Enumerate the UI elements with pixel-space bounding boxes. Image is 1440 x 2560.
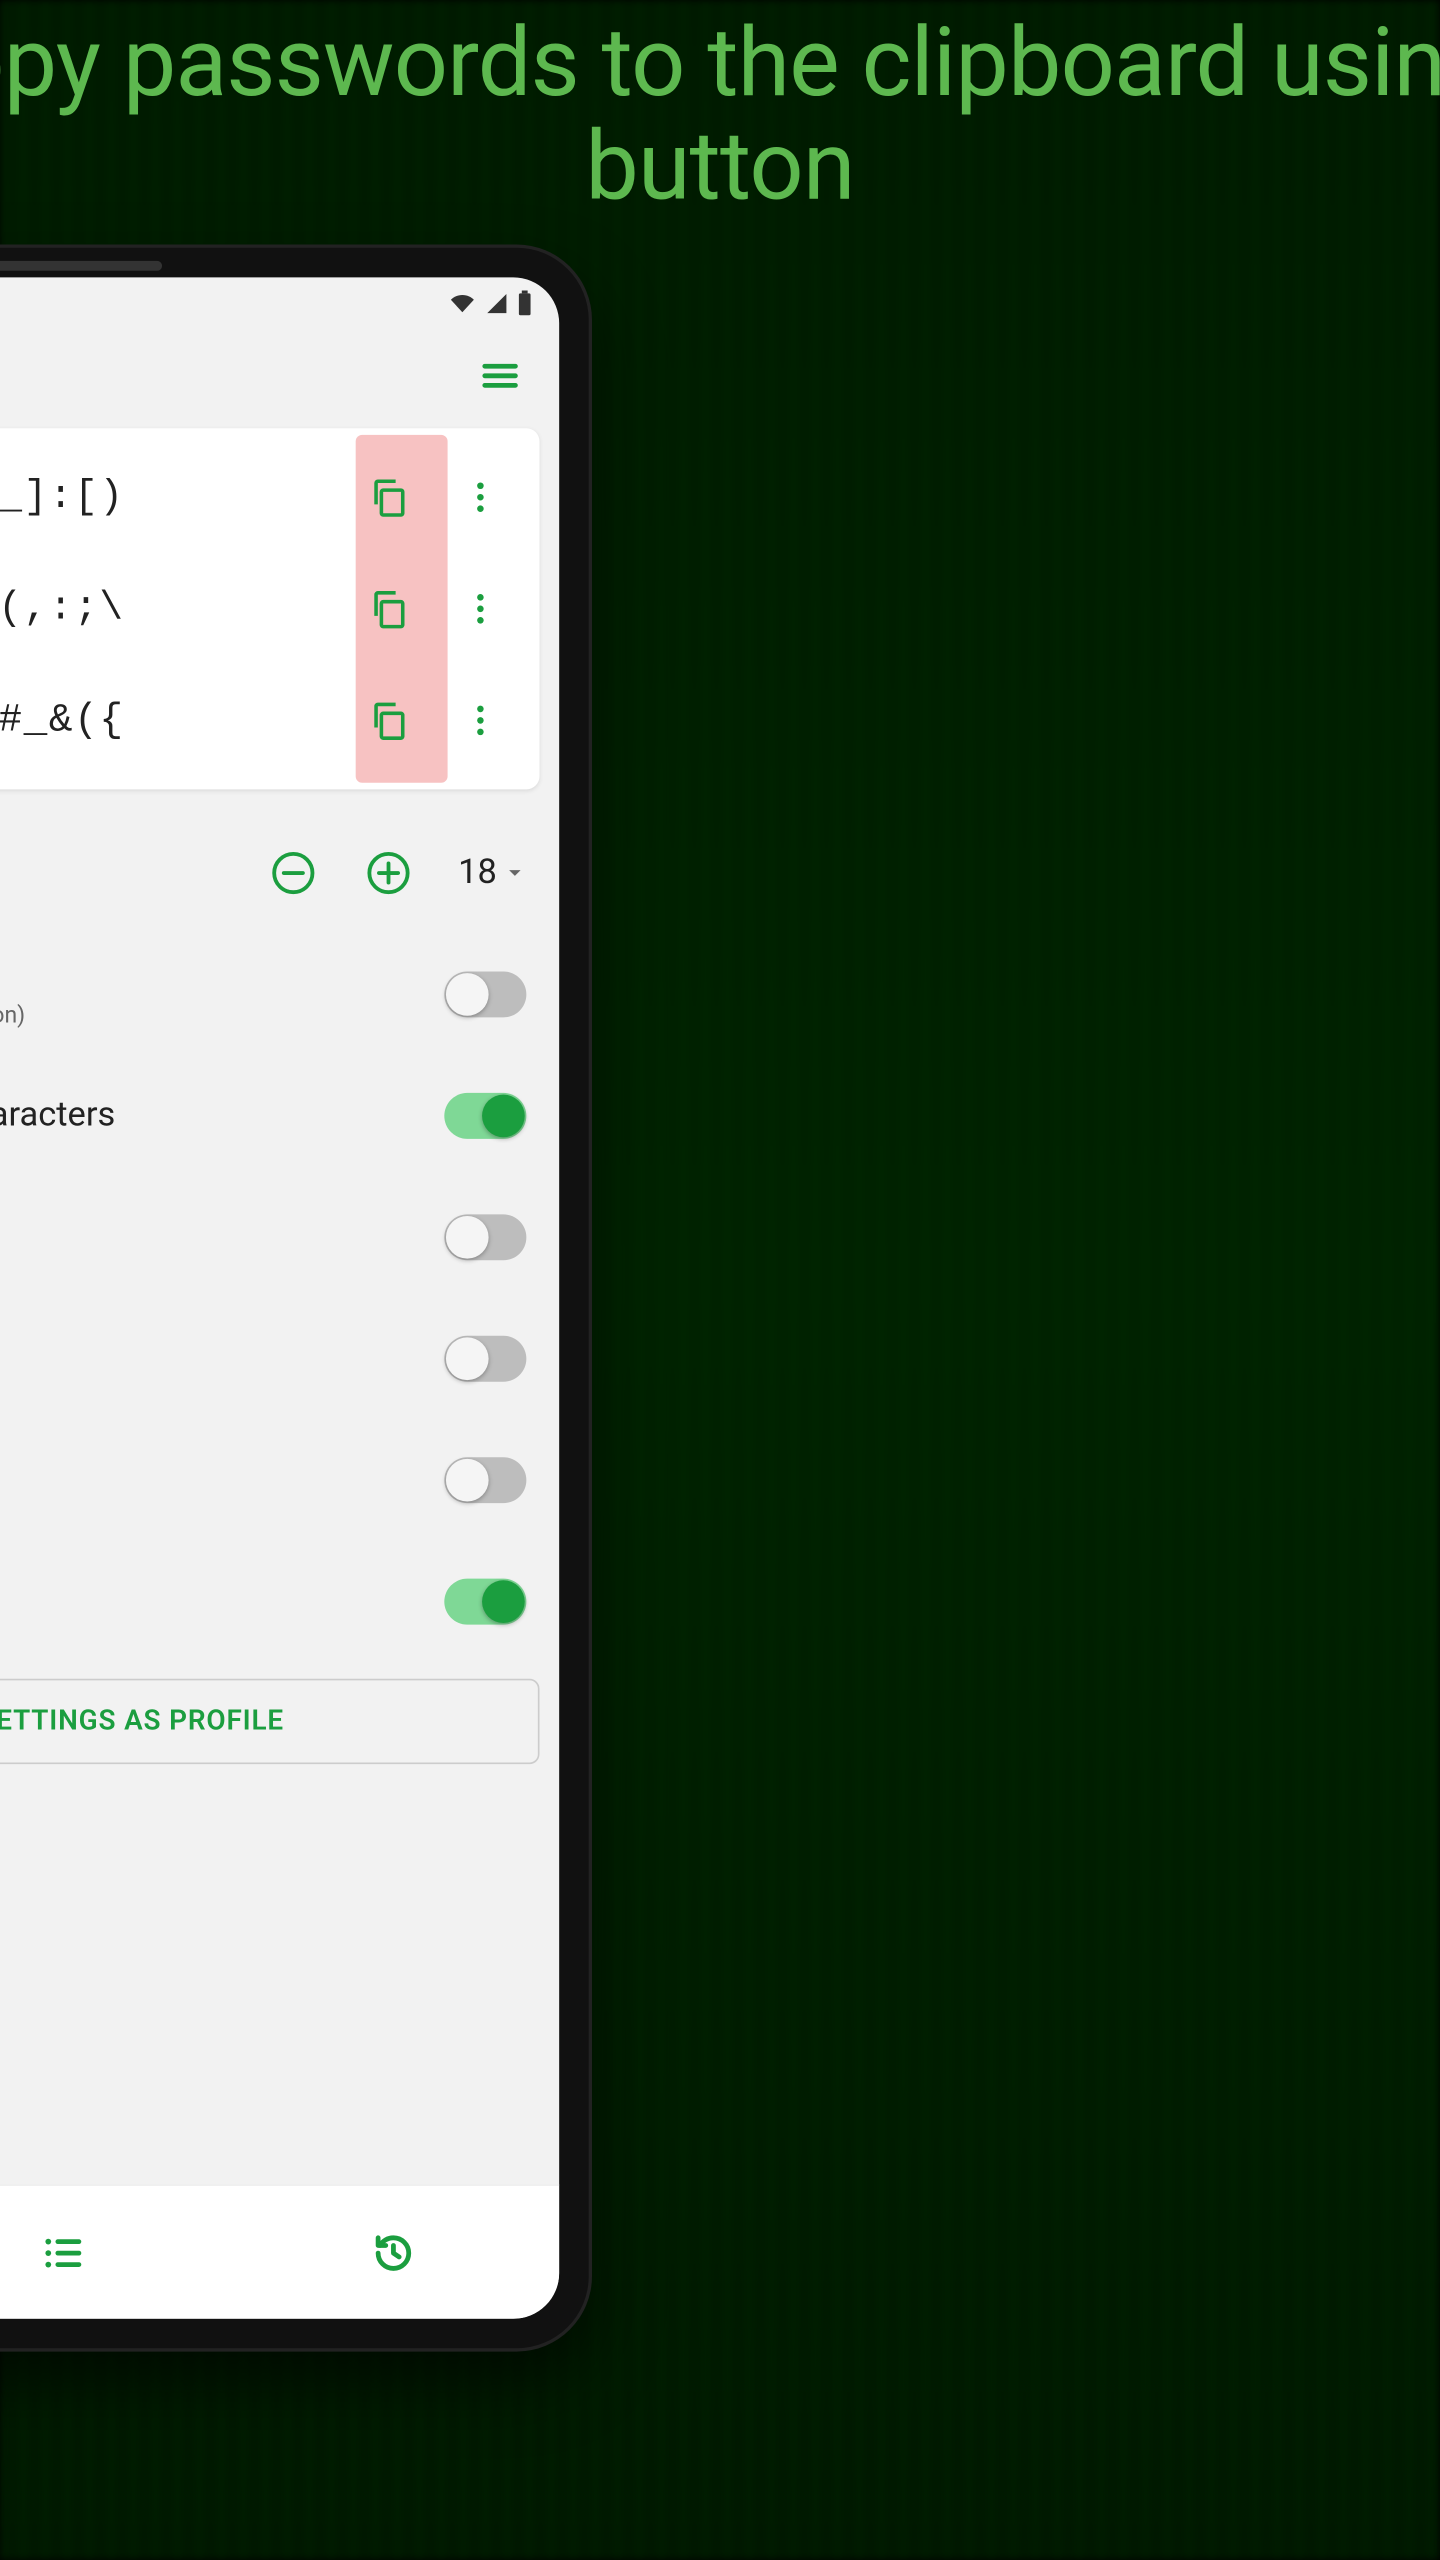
hamburger-icon [477, 353, 523, 399]
special-switch[interactable] [444, 1579, 526, 1625]
setting-speakable: Speakable (Please note information) [0, 934, 539, 1055]
plus-icon [366, 850, 412, 896]
password-row: -!!&*_}§§.[/)(,:;\ [0, 553, 539, 665]
battery-icon [517, 291, 533, 317]
setting-special: # Special chars [0, 1541, 539, 1662]
copy-icon [367, 699, 410, 742]
phone-speaker [0, 261, 162, 271]
more-vert-icon [461, 478, 500, 517]
length-minus-button[interactable] [261, 841, 327, 907]
setting-lowercase: Aa Lowercase [0, 1177, 539, 1298]
save-profile-button[interactable]: SAVE SETTINGS AS PROFILE [0, 1679, 539, 1764]
app-screen: 5:15 \\().]%-;/}:]_]:[) [0, 278, 559, 2319]
password-overflow-button[interactable] [434, 465, 526, 531]
setting-label: Uppercase [0, 1339, 421, 1378]
password-row: "_,?)_$+%!=:"#_&({ [0, 665, 539, 777]
menu-button[interactable] [467, 343, 533, 409]
phone-frame: 5:15 \\().]%-;/}:]_]:[) [0, 248, 589, 2349]
speakable-switch[interactable] [444, 972, 526, 1018]
setting-length: 9+ Length 18 [0, 813, 539, 934]
setting-unique: Only unique characters [0, 1056, 539, 1177]
password-overflow-button[interactable] [434, 576, 526, 642]
status-icons [448, 291, 533, 317]
setting-label: Speakable [0, 960, 421, 999]
setting-numbers: 123 Numbers [0, 1420, 539, 1541]
password-text: "_,?)_$+%!=:"#_&({ [0, 699, 343, 743]
app-bar [0, 330, 559, 422]
more-vert-icon [461, 590, 500, 629]
copy-icon [367, 476, 410, 519]
setting-sublabel: (Please note information) [0, 1003, 421, 1029]
nav-history[interactable] [229, 2186, 559, 2319]
setting-label: Lowercase [0, 1218, 421, 1257]
copy-button[interactable] [343, 576, 435, 642]
length-plus-button[interactable] [356, 841, 422, 907]
password-text: -!!&*_}§§.[/)(,:;\ [0, 587, 343, 631]
setting-label: Special chars [0, 1582, 421, 1621]
minus-icon [270, 850, 316, 896]
passwords-card: \\().]%-;/}:]_]:[) -!!&*_}§§.[/)(,:;\ [0, 429, 539, 790]
setting-label: Only unique characters [0, 1097, 421, 1136]
signal-icon [484, 293, 510, 316]
copy-icon [367, 588, 410, 631]
copy-button[interactable] [343, 688, 435, 754]
setting-uppercase: Aa Uppercase [0, 1298, 539, 1419]
promo-title: Simply copy passwords to the clipboard u… [0, 13, 1440, 219]
password-row: \\().]%-;/}:]_]:[) [0, 442, 539, 554]
history-nav-icon [371, 2230, 417, 2276]
numbers-switch[interactable] [444, 1458, 526, 1504]
length-value: 18 [458, 854, 497, 893]
status-bar: 5:15 [0, 278, 559, 331]
nav-profiles[interactable] [0, 2186, 229, 2319]
copy-button[interactable] [343, 465, 435, 531]
setting-label: Length [0, 854, 238, 893]
password-text: \\().]%-;/}:]_]:[) [0, 475, 343, 519]
unique-switch[interactable] [444, 1093, 526, 1139]
setting-label: Numbers [0, 1461, 421, 1500]
list-nav-icon [41, 2230, 87, 2276]
bottom-nav: Passwords [0, 2185, 559, 2320]
chevron-down-icon [503, 862, 526, 885]
password-overflow-button[interactable] [434, 688, 526, 754]
settings-list: 9+ Length 18 [0, 813, 539, 1663]
length-dropdown[interactable]: 18 [451, 854, 526, 893]
lowercase-switch[interactable] [444, 1215, 526, 1261]
save-profile-label: SAVE SETTINGS AS PROFILE [0, 1705, 284, 1738]
uppercase-switch[interactable] [444, 1336, 526, 1382]
more-vert-icon [461, 701, 500, 740]
wifi-icon [448, 293, 478, 316]
